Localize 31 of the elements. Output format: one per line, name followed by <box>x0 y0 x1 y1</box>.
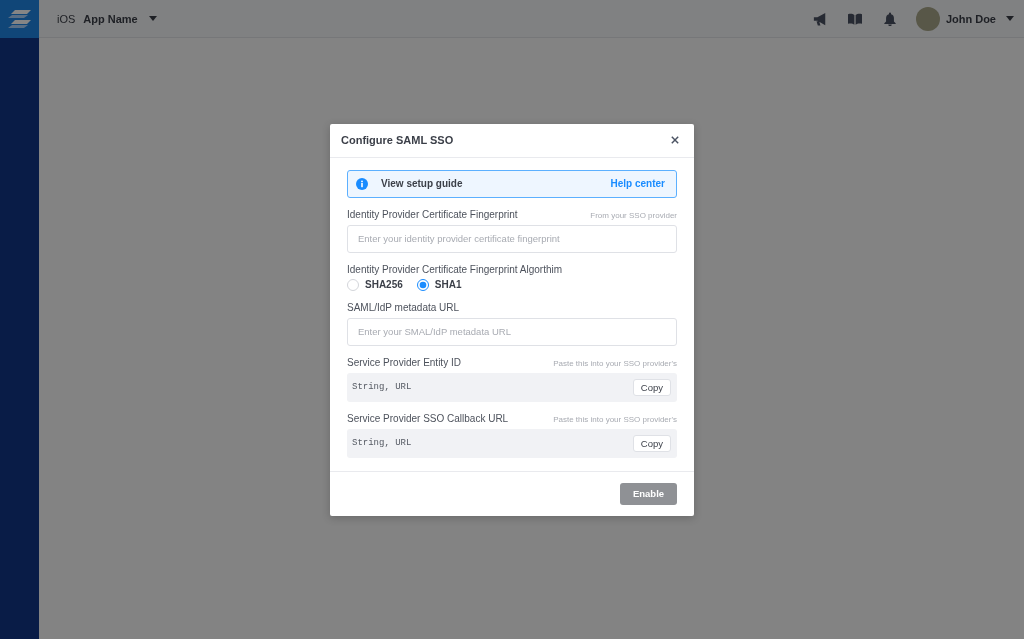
bell-icon[interactable] <box>882 11 897 26</box>
field-hint: From your SSO provider <box>590 210 677 220</box>
app-name[interactable]: App Name <box>83 12 138 25</box>
field-hint: Paste this into your SSO provider's <box>553 414 677 424</box>
radio-checked-icon[interactable] <box>416 278 429 291</box>
stripes-logo-icon[interactable] <box>0 0 39 38</box>
caret-icon[interactable] <box>148 16 157 21</box>
input-field[interactable]: Enter your identity provider certificate fingerprint <box>347 224 677 253</box>
copy-button[interactable]: Copy <box>632 434 671 452</box>
banner-text: View setup guide <box>381 178 464 189</box>
input-field[interactable]: Enter your SMAL/IdP metadata URL <box>347 317 677 346</box>
caret-icon[interactable] <box>1006 16 1014 21</box>
field-label: Service Provider SSO Callback URL <box>347 412 509 424</box>
field-label: Identity Provider Certificate Fingerprint Algorthim <box>347 263 563 275</box>
dialog-title: Configure SAML SSO <box>341 134 455 146</box>
platform-label: iOS <box>57 12 76 25</box>
megaphone-icon[interactable] <box>812 11 827 26</box>
field-value: String, URL <box>352 438 413 448</box>
field-label: Service Provider Entity ID <box>347 356 461 368</box>
field-label: SAML/IdP metadata URL <box>347 301 460 313</box>
copy-button[interactable]: Copy <box>632 378 671 396</box>
book-icon[interactable] <box>847 11 862 26</box>
field-value: String, URL <box>352 382 413 392</box>
radio-option[interactable]: SHA256 <box>347 278 403 291</box>
user-name[interactable]: John Doe <box>945 12 996 25</box>
info-icon <box>356 177 368 190</box>
close-icon[interactable] <box>671 136 679 144</box>
radio-unchecked-icon[interactable] <box>347 278 359 291</box>
radio-option[interactable]: SHA1 <box>416 278 462 291</box>
field-hint: Paste this into your SSO provider's <box>553 358 677 368</box>
field-label: Identity Provider Certificate Fingerprint <box>347 208 518 220</box>
